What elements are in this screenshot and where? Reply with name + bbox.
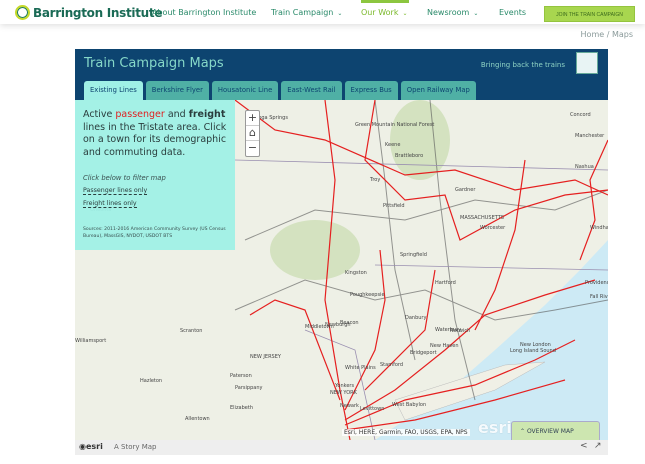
town-label[interactable]: Norwich [450,328,470,334]
page-title: Train Campaign Maps [84,56,224,71]
town-label[interactable]: Bridgeport [410,350,437,356]
overview-label: OVERVIEW MAP [526,428,574,435]
town-label[interactable]: Green Mountain National Forest [355,122,434,128]
town-label[interactable]: Stamford [380,362,403,368]
tab-berkshire-flyer[interactable]: Berkshire Flyer [145,81,209,100]
top-navigation: Barrington Institute About Barrington In… [0,0,645,24]
town-label[interactable]: Providence [585,280,608,286]
town-label[interactable]: Hazleton [140,378,162,384]
chevron-down-icon: ⌄ [402,10,408,17]
town-label[interactable]: Pittsfield [383,203,405,209]
tagline: Bringing back the trains [480,61,565,69]
map-attribution: Esri, HERE, Garmin, FAO, USGS, EPA, NPS [342,429,470,436]
town-label[interactable]: Danbury [405,315,426,321]
town-label[interactable]: Gardner [455,187,475,193]
town-label[interactable]: Beacon [340,320,359,326]
chevron-down-icon: ⌄ [473,10,479,17]
map-tabs: Existing Lines Berkshire Flyer Housatoni… [84,81,476,100]
nav-label: Our Work [361,8,399,17]
town-label[interactable]: Nashua [575,164,594,170]
town-label[interactable]: Concord [570,112,591,118]
sources-text: Sources: 2011-2016 American Community Su… [83,227,226,239]
town-label[interactable]: Fall River [590,294,608,300]
freight-lines-filter-link[interactable]: Freight lines only [83,200,137,208]
filter-hint: Click below to filter map [83,174,166,182]
freight-highlight: freight [188,109,226,120]
town-label[interactable]: Paterson [230,373,252,379]
town-label[interactable]: Troy [370,177,380,183]
town-label[interactable]: Allentown [185,416,210,422]
tab-express-bus[interactable]: Express Bus [344,81,398,100]
nav-label: Train Campaign [271,8,334,17]
town-label[interactable]: Worcester [480,225,505,231]
share-icon[interactable]: < [580,441,588,451]
tab-open-railway-map[interactable]: Open Railway Map [400,81,476,100]
text: Active [83,109,116,120]
town-label[interactable]: Scranton [180,328,202,334]
town-label[interactable]: White Plains [345,365,376,371]
town-label[interactable]: Manchester [575,133,604,139]
zoom-out-button[interactable]: − [246,141,259,156]
town-label[interactable]: NEW YORK [330,390,357,396]
town-label[interactable]: Springfield [400,252,427,258]
tab-existing-lines[interactable]: Existing Lines [84,81,143,100]
nav-train-campaign[interactable]: Train Campaign ⌄ [271,8,342,17]
chevron-down-icon: ⌄ [337,10,343,17]
nav-label: Newsroom [427,8,470,17]
external-link-icon[interactable]: ↗ [594,441,602,451]
nav-label: Events [499,8,527,17]
nav-label: About Barrington Institute [152,8,257,17]
town-label[interactable]: Williamsport [75,338,106,344]
site-logo[interactable]: Barrington Institute [15,5,162,20]
town-label[interactable]: Brattleboro [395,153,423,159]
app-header: Train Campaign Maps Bringing back the tr… [75,49,608,100]
town-label[interactable]: West Babylon [392,402,426,408]
passenger-lines-filter-link[interactable]: Passenger lines only [83,187,148,195]
story-map-footer: ◉esri A Story Map < ↗ [75,440,608,455]
text: and [164,109,189,120]
town-label[interactable]: Keene [385,142,400,148]
town-label[interactable]: Yonkers [335,383,354,389]
town-label[interactable]: Newark [340,403,359,409]
nav-our-work[interactable]: Our Work ⌄ [361,8,408,17]
town-label[interactable]: Elizabeth [230,405,253,411]
esri-globe-icon[interactable]: ◉esri [79,442,103,451]
nav-newsroom[interactable]: Newsroom ⌄ [427,8,478,17]
town-label[interactable]: New Haven [430,343,459,349]
join-train-campaign-button[interactable]: JOIN THE TRAIN CAMPAIGN [544,6,635,22]
town-label[interactable]: Parsippany [235,385,262,391]
town-label[interactable]: Levittown [360,406,384,412]
story-map-label: A Story Map [114,443,157,451]
active-nav-indicator [361,0,409,3]
zoom-controls: + ⌂ − [245,110,260,157]
home-icon[interactable]: ⌂ [246,126,259,141]
esri-logo: esri [85,442,103,451]
overview-map-button[interactable]: ⌃ OVERVIEW MAP [511,421,600,440]
panel-description: Active passenger and freight lines in th… [83,109,227,159]
town-label[interactable]: NEW JERSEY [250,354,281,360]
nav-events[interactable]: Events [499,8,526,17]
story-map-app: Train Campaign Maps Bringing back the tr… [75,49,608,455]
town-label[interactable]: Hartford [435,280,456,286]
passenger-highlight: passenger [115,109,165,120]
logo-ring-icon [15,5,30,20]
text: lines in the Tristate area. Click on a t… [83,121,227,158]
town-label[interactable]: Long Island Sound [510,348,556,354]
tab-housatonic-line[interactable]: Housatonic Line [211,81,279,100]
map-canvas[interactable]: Saratoga Springs Green Mountain National … [75,100,608,440]
chevron-up-icon: ⌃ [520,428,527,435]
town-label[interactable]: MASSACHUSETTS [460,215,504,221]
nav-about[interactable]: About Barrington Institute [152,8,256,17]
info-panel: Active passenger and freight lines in th… [75,100,235,250]
zoom-in-button[interactable]: + [246,111,259,126]
town-label[interactable]: Windham [590,225,608,231]
breadcrumb[interactable]: Home / Maps [581,30,633,39]
logo-text: Barrington Institute [33,5,163,20]
town-label[interactable]: Kingston [345,270,367,276]
train-campaign-logo [576,52,598,74]
tab-east-west-rail[interactable]: East-West Rail [281,81,342,100]
esri-watermark: esri [478,418,512,437]
town-label[interactable]: Poughkeepsie [350,292,385,298]
